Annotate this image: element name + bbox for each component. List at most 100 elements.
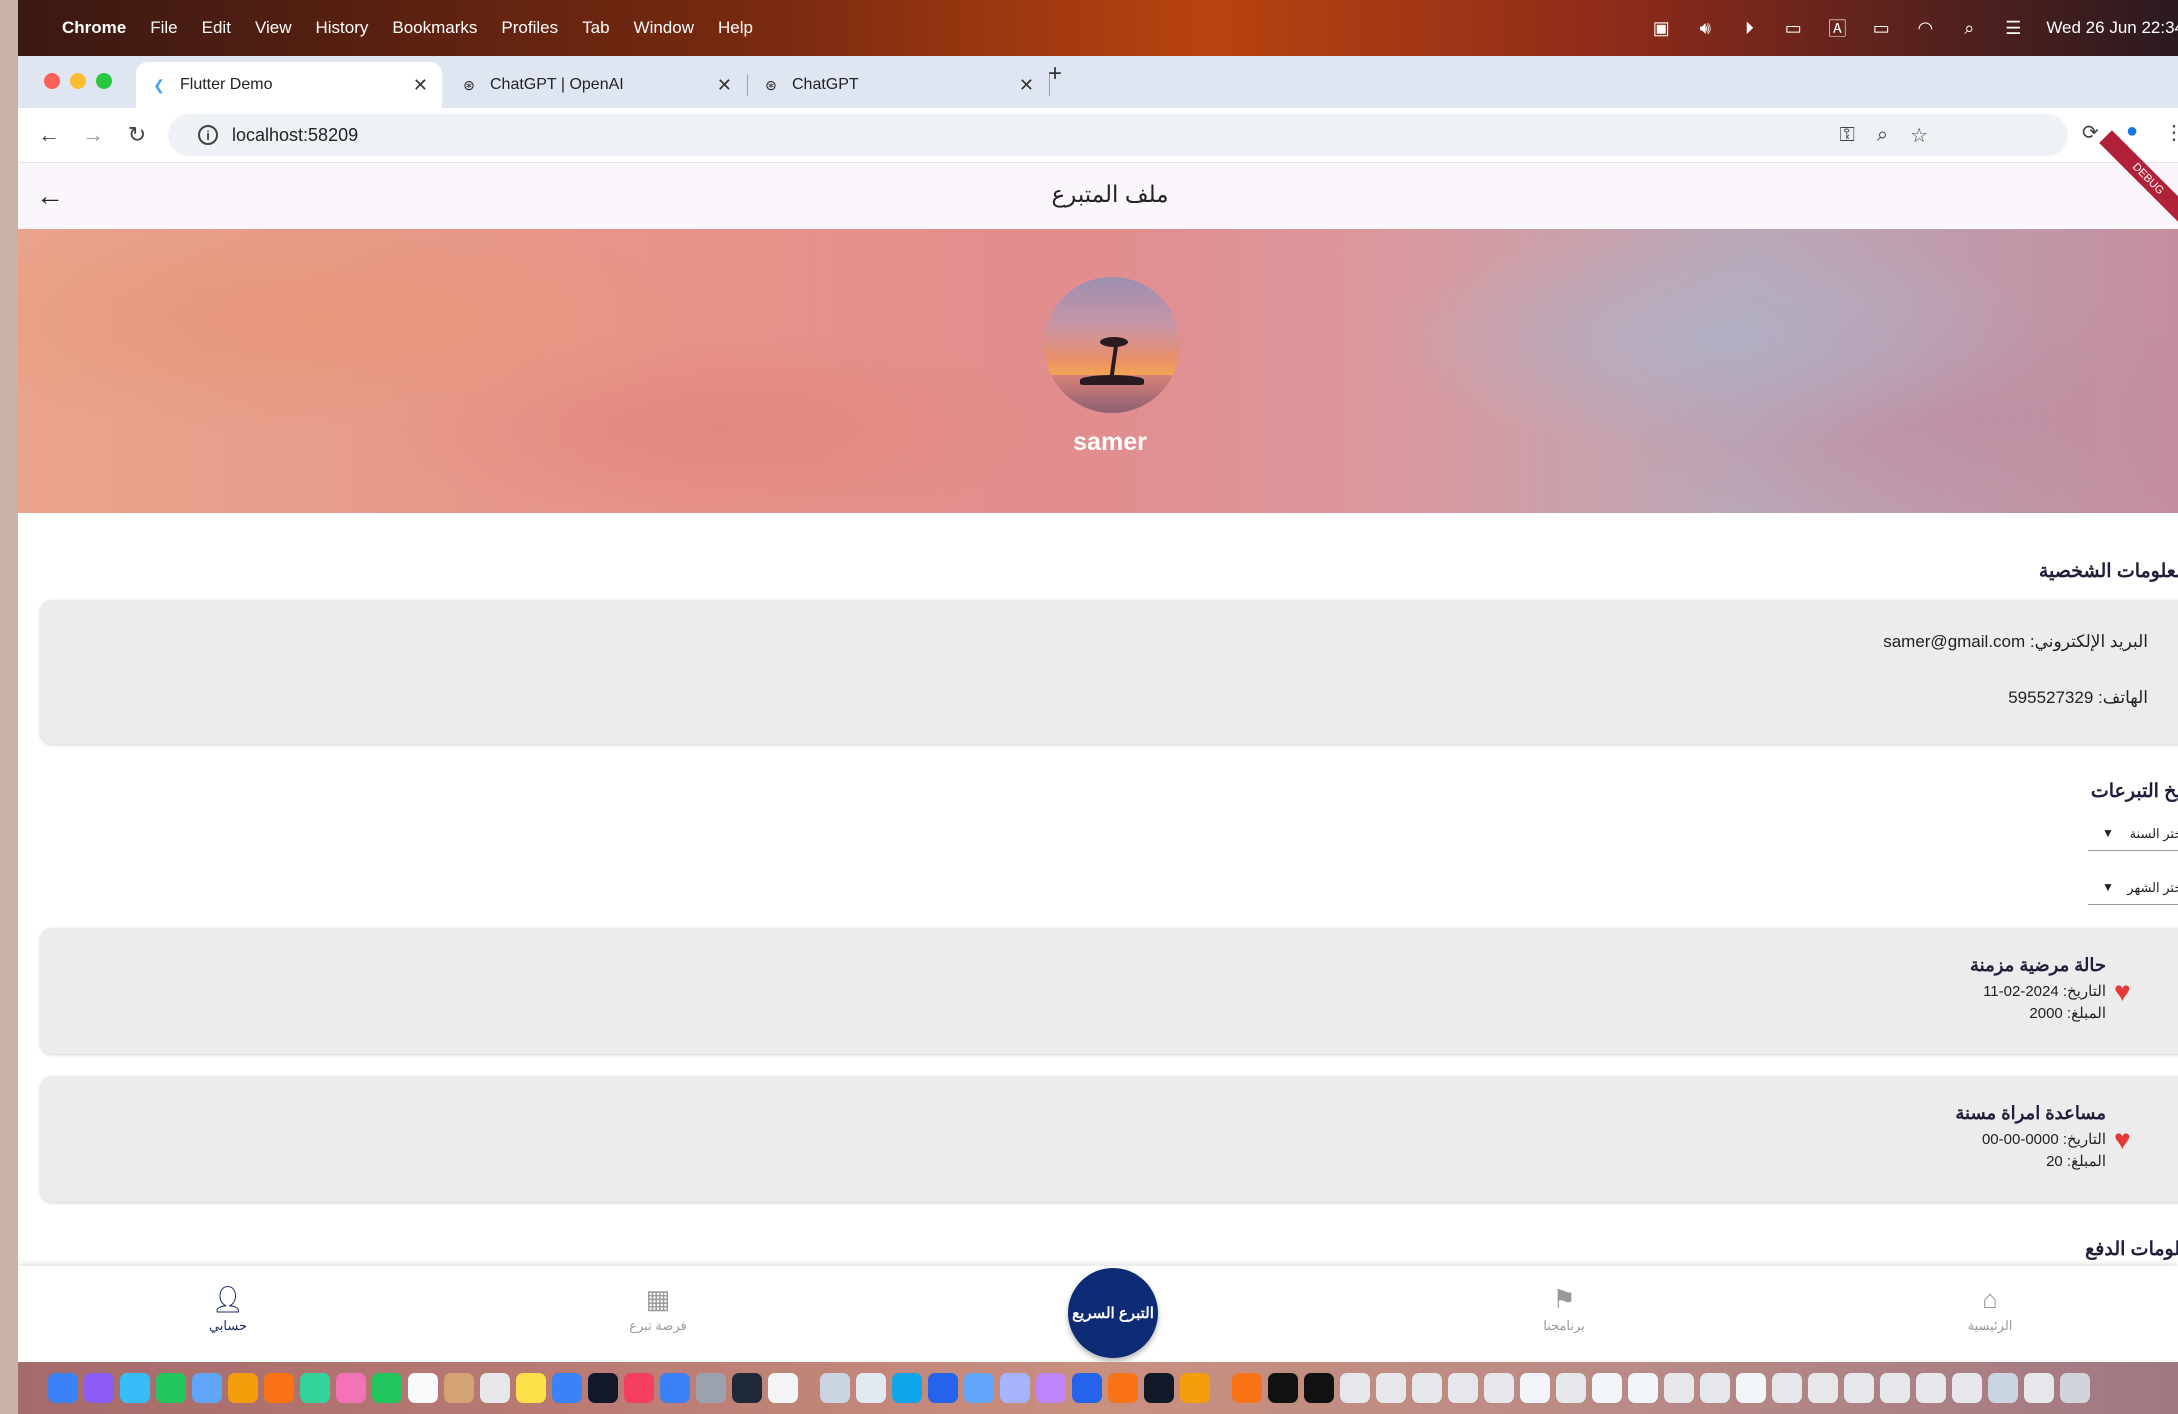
window-thumbnail[interactable] — [1952, 1373, 1982, 1403]
month-dropdown[interactable]: اختر الشهر ▼ — [2088, 872, 2178, 905]
facetime-icon[interactable] — [372, 1373, 402, 1403]
window-thumbnail[interactable] — [1880, 1373, 1910, 1403]
close-tab-icon[interactable]: ✕ — [1019, 75, 1034, 96]
window-thumbnail[interactable] — [1736, 1373, 1766, 1403]
chrome-icon[interactable] — [228, 1373, 258, 1403]
donation-card[interactable] — [40, 1076, 2178, 1202]
window-thumbnail[interactable] — [2024, 1373, 2054, 1403]
contacts-icon[interactable] — [444, 1373, 474, 1403]
tab-chatgpt[interactable]: ⊛ ChatGPT ✕ — [748, 62, 1050, 108]
reload-icon[interactable]: ↻ — [122, 120, 152, 150]
window-thumbnail[interactable] — [1628, 1373, 1658, 1403]
zoom-window-button[interactable] — [96, 73, 112, 89]
sublime-icon[interactable] — [1108, 1373, 1138, 1403]
pycharm-icon[interactable] — [768, 1373, 798, 1403]
close-tab-icon[interactable]: ✕ — [413, 75, 428, 96]
window-thumbnail[interactable] — [1988, 1373, 2018, 1403]
bookmark-star-icon[interactable]: ☆ — [1910, 123, 1928, 148]
window-thumbnail[interactable] — [1340, 1373, 1370, 1403]
vscode-icon[interactable] — [1072, 1373, 1102, 1403]
window-thumbnail[interactable] — [1700, 1373, 1730, 1403]
new-tab-button[interactable]: + — [1048, 60, 1062, 88]
menu-tab[interactable]: Tab — [582, 18, 609, 38]
spotlight-search-icon[interactable]: ⌕ — [1958, 17, 1980, 39]
window-thumbnail[interactable] — [1268, 1373, 1298, 1403]
window-thumbnail[interactable] — [1376, 1373, 1406, 1403]
window-thumbnail[interactable] — [1592, 1373, 1622, 1403]
browser-icon[interactable] — [892, 1373, 922, 1403]
launchpad-icon[interactable] — [84, 1373, 114, 1403]
preview-icon[interactable] — [820, 1373, 850, 1403]
chrome-canary-icon[interactable] — [264, 1373, 294, 1403]
android-studio-icon[interactable] — [732, 1373, 762, 1403]
window-thumbnail[interactable] — [1448, 1373, 1478, 1403]
xcode-icon[interactable] — [928, 1373, 958, 1403]
maps-icon[interactable] — [300, 1373, 330, 1403]
window-thumbnail[interactable] — [1772, 1373, 1802, 1403]
address-url[interactable]: localhost:58209 — [232, 125, 358, 146]
window-thumbnail[interactable] — [1520, 1373, 1550, 1403]
address-bar[interactable]: i localhost:58209 ⚿ ⌕ ☆ — [168, 114, 2068, 156]
app-store-icon[interactable] — [660, 1373, 690, 1403]
password-key-icon[interactable]: ⚿ — [1840, 124, 1855, 147]
volume-icon[interactable]: 🔊︎ — [1694, 17, 1716, 39]
zoom-icon[interactable]: ⌕ — [1877, 124, 1888, 147]
nav-donation-opportunity[interactable]: ▦ فرصة تبرع — [598, 1284, 718, 1334]
play-icon[interactable]: ⏵ — [1738, 17, 1760, 39]
terminal-icon[interactable] — [1144, 1373, 1174, 1403]
menu-edit[interactable]: Edit — [202, 18, 231, 38]
safari-icon[interactable] — [120, 1373, 150, 1403]
chrome-menu-icon[interactable]: ⋮ — [2164, 120, 2178, 145]
extension-icon[interactable]: ⟳ — [2082, 120, 2099, 145]
flower-app-icon[interactable] — [1036, 1373, 1066, 1403]
music-icon[interactable] — [624, 1373, 654, 1403]
chrome-2-icon[interactable] — [1180, 1373, 1210, 1403]
mail-icon[interactable] — [192, 1373, 222, 1403]
wifi-icon[interactable]: ◠ — [1914, 17, 1936, 39]
menu-file[interactable]: File — [150, 18, 177, 38]
quick-donate-button[interactable]: التبرع السريع — [1068, 1268, 1158, 1358]
menu-view[interactable]: View — [255, 18, 292, 38]
input-source-icon[interactable]: 🄰 — [1826, 17, 1848, 39]
menu-clock[interactable]: Wed 26 Jun 22:34 — [2046, 18, 2178, 38]
reminders-icon[interactable] — [480, 1373, 510, 1403]
tab-chatgpt-openai[interactable]: ⊛ ChatGPT | OpenAI ✕ — [446, 62, 748, 108]
nav-our-programs[interactable]: ⚑ برنامجنا — [1504, 1284, 1624, 1334]
year-dropdown[interactable]: اختر السنة ▼ — [2088, 818, 2178, 851]
back-icon[interactable]: ← — [34, 120, 64, 150]
battery-icon[interactable]: ▭ — [1870, 17, 1892, 39]
menu-history[interactable]: History — [315, 18, 368, 38]
calendar-icon[interactable] — [408, 1373, 438, 1403]
close-window-button[interactable] — [44, 73, 60, 89]
site-info-icon[interactable]: i — [198, 125, 218, 145]
display-icon[interactable]: ▭ — [1782, 17, 1804, 39]
menu-window[interactable]: Window — [634, 18, 694, 38]
window-thumbnail[interactable] — [1556, 1373, 1586, 1403]
nav-my-account[interactable]: 👤︎ حسابي — [168, 1284, 288, 1334]
profile-icon[interactable]: ● — [2126, 120, 2138, 143]
menu-bookmarks[interactable]: Bookmarks — [392, 18, 477, 38]
window-thumbnail[interactable] — [1484, 1373, 1514, 1403]
menu-app-name[interactable]: Chrome — [62, 18, 126, 38]
trash-icon[interactable] — [2060, 1373, 2090, 1403]
tab-flutter-demo[interactable]: ❮ Flutter Demo ✕ — [136, 62, 442, 108]
system-settings-icon[interactable] — [696, 1373, 726, 1403]
menu-profiles[interactable]: Profiles — [501, 18, 558, 38]
simulator-icon[interactable] — [1000, 1373, 1030, 1403]
window-thumbnail[interactable] — [1916, 1373, 1946, 1403]
window-thumbnail[interactable] — [1304, 1373, 1334, 1403]
freeform-icon[interactable] — [552, 1373, 582, 1403]
window-thumbnail[interactable] — [1844, 1373, 1874, 1403]
notes-icon[interactable] — [516, 1373, 546, 1403]
window-thumbnail[interactable] — [1664, 1373, 1694, 1403]
donation-card[interactable] — [40, 928, 2178, 1054]
textedit-icon[interactable] — [856, 1373, 886, 1403]
app-icon[interactable] — [1232, 1373, 1262, 1403]
minimize-window-button[interactable] — [70, 73, 86, 89]
app-store-2-icon[interactable] — [964, 1373, 994, 1403]
menu-help[interactable]: Help — [718, 18, 753, 38]
window-thumbnail[interactable] — [1808, 1373, 1838, 1403]
window-thumbnail[interactable] — [1412, 1373, 1442, 1403]
photos-icon[interactable] — [336, 1373, 366, 1403]
clipboard-icon[interactable]: ▣ — [1650, 17, 1672, 39]
